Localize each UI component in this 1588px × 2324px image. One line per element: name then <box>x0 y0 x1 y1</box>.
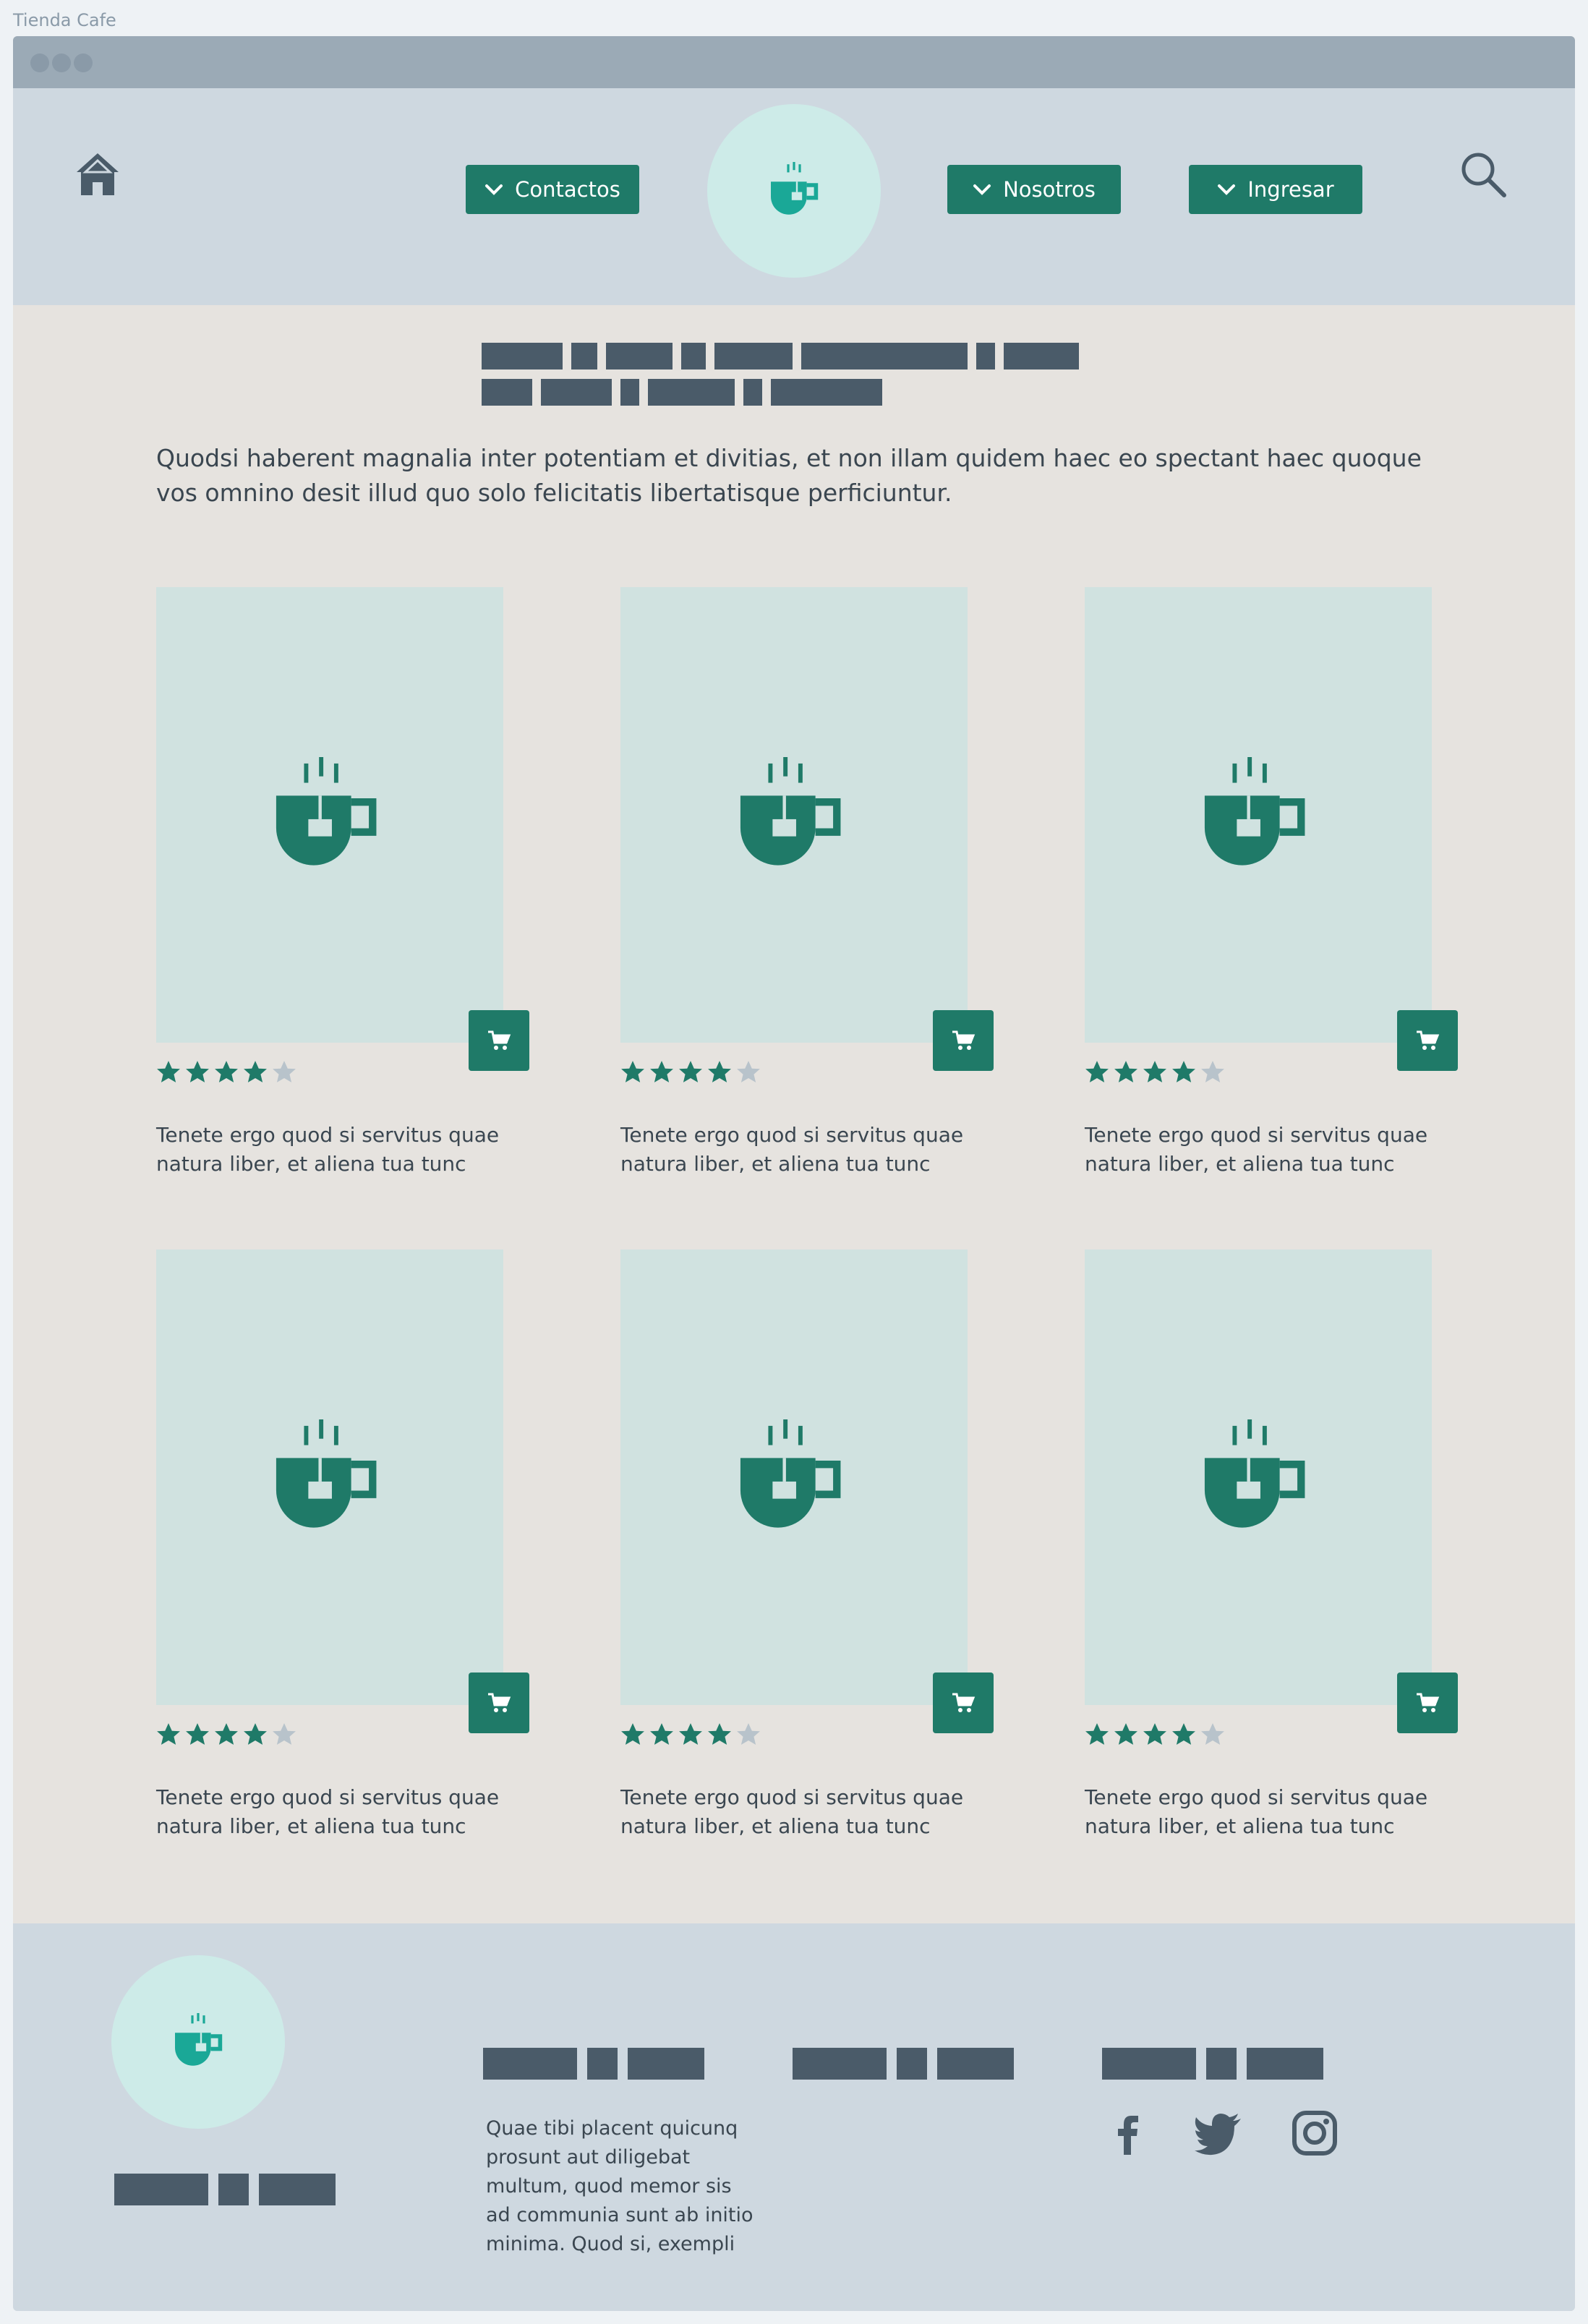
star-filled-icon <box>1114 1060 1138 1086</box>
star-empty-icon <box>272 1060 296 1086</box>
star-empty-icon <box>1200 1722 1225 1748</box>
nav-nosotros-button[interactable]: Nosotros <box>947 165 1121 214</box>
star-filled-icon <box>1143 1722 1167 1748</box>
nav-ingresar-button[interactable]: Ingresar <box>1189 165 1362 214</box>
star-filled-icon <box>243 1060 268 1086</box>
window-minimize-dot[interactable] <box>52 54 71 72</box>
star-filled-icon <box>707 1060 732 1086</box>
product-image[interactable] <box>1085 587 1432 1043</box>
chevron-down-icon <box>973 184 991 195</box>
product-image[interactable] <box>1085 1249 1432 1705</box>
add-to-cart-button[interactable] <box>469 1010 529 1071</box>
star-filled-icon <box>1171 1060 1196 1086</box>
star-empty-icon <box>736 1060 761 1086</box>
tea-cup-logo-icon <box>175 2013 223 2066</box>
star-filled-icon <box>649 1722 674 1748</box>
star-filled-icon <box>214 1722 239 1748</box>
product-image[interactable] <box>156 1249 503 1705</box>
home-icon[interactable] <box>74 150 121 198</box>
nav-contactos-button[interactable]: Contactos <box>466 165 639 214</box>
star-filled-icon <box>1171 1722 1196 1748</box>
product-image[interactable] <box>620 1249 968 1705</box>
tea-cup-icon <box>276 757 377 866</box>
star-filled-icon <box>678 1060 703 1086</box>
star-empty-icon <box>272 1722 296 1748</box>
footer-logo[interactable] <box>111 1955 285 2129</box>
product-description: Tenete ergo quod si servitus quae natura… <box>620 1123 964 1176</box>
product-card[interactable]: Tenete ergo quod si servitus quae natura… <box>1085 587 1475 1209</box>
nav-ingresar-label: Ingresar <box>1247 177 1334 202</box>
tea-cup-icon <box>1204 1419 1305 1528</box>
star-filled-icon <box>1085 1722 1109 1748</box>
search-icon[interactable] <box>1459 150 1507 198</box>
product-description: Tenete ergo quod si servitus quae natura… <box>1085 1123 1428 1176</box>
footer-text: Quae tibi placent quicunq prosunt aut di… <box>486 2117 754 2255</box>
add-to-cart-button[interactable] <box>933 1672 994 1733</box>
nav-nosotros-label: Nosotros <box>1003 177 1096 202</box>
star-filled-icon <box>214 1060 239 1086</box>
product-image[interactable] <box>620 587 968 1043</box>
rating-stars <box>620 1722 761 1748</box>
cart-icon <box>488 1693 511 1712</box>
site-footer: Quae tibi placent quicunq prosunt aut di… <box>13 1923 1575 2311</box>
add-to-cart-button[interactable] <box>1397 1672 1458 1733</box>
star-filled-icon <box>620 1060 645 1086</box>
star-filled-icon <box>243 1722 268 1748</box>
chevron-down-icon <box>1218 184 1236 195</box>
rating-stars <box>156 1060 296 1086</box>
star-filled-icon <box>649 1060 674 1086</box>
instagram-icon[interactable] <box>1292 2110 1338 2156</box>
twitter-icon[interactable] <box>1193 2110 1244 2156</box>
rating-stars <box>1085 1060 1225 1086</box>
product-image[interactable] <box>156 587 503 1043</box>
cart-icon <box>952 1030 976 1050</box>
tea-cup-icon <box>276 1419 377 1528</box>
chevron-down-icon <box>485 184 503 195</box>
star-filled-icon <box>156 1722 181 1748</box>
add-to-cart-button[interactable] <box>1397 1010 1458 1071</box>
product-description: Tenete ergo quod si servitus quae natura… <box>1085 1785 1428 1838</box>
product-description: Tenete ergo quod si servitus quae natura… <box>156 1785 500 1838</box>
product-card[interactable]: Tenete ergo quod si servitus quae natura… <box>156 1249 547 1871</box>
star-filled-icon <box>1085 1060 1109 1086</box>
star-empty-icon <box>736 1722 761 1748</box>
star-filled-icon <box>707 1722 732 1748</box>
product-card[interactable]: Tenete ergo quod si servitus quae natura… <box>156 587 547 1209</box>
facebook-icon[interactable] <box>1106 2110 1148 2156</box>
tea-cup-icon <box>740 757 841 866</box>
cart-icon <box>1417 1030 1440 1050</box>
star-filled-icon <box>620 1722 645 1748</box>
tea-cup-icon <box>740 1419 841 1528</box>
product-description: Tenete ergo quod si servitus quae natura… <box>620 1785 964 1838</box>
rating-stars <box>620 1060 761 1086</box>
product-card[interactable]: Tenete ergo quod si servitus quae natura… <box>620 587 1011 1209</box>
window-maximize-dot[interactable] <box>74 54 93 72</box>
rating-stars <box>156 1722 296 1748</box>
star-filled-icon <box>185 1722 210 1748</box>
window-titlebar <box>13 36 1575 88</box>
intro-paragraph: Quodsi haberent magnalia inter potentiam… <box>156 444 1422 507</box>
nav-contactos-label: Contactos <box>515 177 620 202</box>
product-card[interactable]: Tenete ergo quod si servitus quae natura… <box>620 1249 1011 1871</box>
product-card[interactable]: Tenete ergo quod si servitus quae natura… <box>1085 1249 1475 1871</box>
star-filled-icon <box>185 1060 210 1086</box>
rating-stars <box>1085 1722 1225 1748</box>
star-filled-icon <box>156 1060 181 1086</box>
window-close-dot[interactable] <box>30 54 49 72</box>
cart-icon <box>1417 1693 1440 1712</box>
add-to-cart-button[interactable] <box>469 1672 529 1733</box>
star-empty-icon <box>1200 1060 1225 1086</box>
tea-cup-logo-icon <box>771 162 819 215</box>
browser-window: Contactos Nosotros Ingresar Quodsi haber… <box>13 36 1575 2311</box>
app-title: Tienda Cafe <box>13 10 116 30</box>
cart-icon <box>488 1030 511 1050</box>
tea-cup-icon <box>1204 757 1305 866</box>
add-to-cart-button[interactable] <box>933 1010 994 1071</box>
star-filled-icon <box>1114 1722 1138 1748</box>
product-description: Tenete ergo quod si servitus quae natura… <box>156 1123 500 1176</box>
site-logo[interactable] <box>707 104 881 278</box>
cart-icon <box>952 1693 976 1712</box>
star-filled-icon <box>678 1722 703 1748</box>
star-filled-icon <box>1143 1060 1167 1086</box>
